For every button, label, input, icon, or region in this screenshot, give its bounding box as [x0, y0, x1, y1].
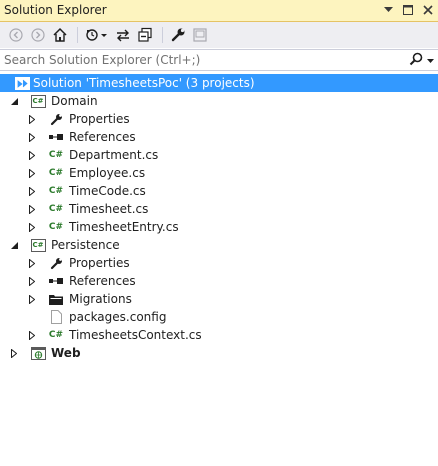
item-label: Properties: [69, 112, 130, 126]
preview-icon[interactable]: [190, 25, 210, 45]
restore-icon[interactable]: [400, 2, 416, 18]
home-icon[interactable]: [50, 25, 70, 45]
properties-icon[interactable]: [168, 25, 188, 45]
tree-item-file[interactable]: C# Timesheet.cs: [0, 200, 438, 218]
tree-item-file[interactable]: C# TimeCode.cs: [0, 182, 438, 200]
item-label: TimesheetEntry.cs: [69, 220, 179, 234]
tree-item-file[interactable]: C# Department.cs: [0, 146, 438, 164]
tree-item-file[interactable]: C# Employee.cs: [0, 164, 438, 182]
forward-icon[interactable]: [28, 25, 48, 45]
solution-node[interactable]: Solution 'TimesheetsPoc' (3 projects): [0, 74, 438, 92]
collapsed-arrow-icon[interactable]: [27, 258, 37, 268]
folder-icon: [48, 291, 64, 307]
collapsed-arrow-icon[interactable]: [27, 186, 37, 196]
item-label: References: [69, 130, 136, 144]
sync-icon[interactable]: [113, 25, 133, 45]
item-label: Department.cs: [69, 148, 159, 162]
solution-label: Solution 'TimesheetsPoc' (3 projects): [33, 76, 255, 90]
collapsed-arrow-icon[interactable]: [27, 114, 37, 124]
project-label: Domain: [51, 94, 98, 108]
item-label: Properties: [69, 256, 130, 270]
toolbar: [0, 22, 438, 48]
project-label: Persistence: [51, 238, 120, 252]
csharp-project-icon: C#: [30, 237, 46, 253]
csharp-file-icon: C#: [48, 150, 64, 160]
project-label: Web: [51, 346, 81, 360]
csharp-file-icon: C#: [48, 330, 64, 340]
toolbar-separator: [162, 27, 163, 43]
item-label: Employee.cs: [69, 166, 146, 180]
solution-tree: Solution 'TimesheetsPoc' (3 projects) C#…: [0, 74, 438, 362]
project-node-domain[interactable]: C# Domain: [0, 92, 438, 110]
project-node-persistence[interactable]: C# Persistence: [0, 236, 438, 254]
csharp-project-icon: C#: [30, 93, 46, 109]
search-icon[interactable]: [409, 52, 423, 69]
collapsed-arrow-icon[interactable]: [27, 204, 37, 214]
collapsed-arrow-icon[interactable]: [27, 222, 37, 232]
back-icon[interactable]: [6, 25, 26, 45]
collapse-all-icon[interactable]: [135, 25, 155, 45]
csharp-file-icon: C#: [48, 186, 64, 196]
tree-item-properties[interactable]: Properties: [0, 254, 438, 272]
collapsed-arrow-icon[interactable]: [9, 348, 19, 358]
item-label: TimesheetsContext.cs: [69, 328, 202, 342]
window-buttons: [380, 2, 436, 18]
item-label: Migrations: [69, 292, 132, 306]
project-node-web[interactable]: Web: [0, 344, 438, 362]
item-label: Timesheet.cs: [69, 202, 149, 216]
close-icon[interactable]: [420, 2, 436, 18]
tree-item-file[interactable]: C# TimesheetsContext.cs: [0, 326, 438, 344]
search-input[interactable]: [0, 50, 409, 70]
collapsed-arrow-icon[interactable]: [27, 330, 37, 340]
collapsed-arrow-icon[interactable]: [27, 132, 37, 142]
item-label: TimeCode.cs: [69, 184, 146, 198]
expanded-arrow-icon[interactable]: [9, 96, 19, 106]
csharp-file-icon: C#: [48, 168, 64, 178]
window-titlebar: Solution Explorer: [0, 0, 438, 22]
csharp-file-icon: C#: [48, 222, 64, 232]
search-options-dropdown-icon[interactable]: [427, 53, 434, 67]
toolbar-separator: [77, 27, 78, 43]
search-bar: [0, 49, 438, 71]
wrench-icon: [48, 111, 64, 127]
item-label: packages.config: [69, 310, 167, 324]
expanded-arrow-icon[interactable]: [9, 240, 19, 250]
tree-item-references[interactable]: References: [0, 128, 438, 146]
pending-changes-icon[interactable]: [83, 25, 111, 45]
document-icon: [48, 309, 64, 325]
tree-item-folder[interactable]: Migrations: [0, 290, 438, 308]
item-label: References: [69, 274, 136, 288]
references-icon: [48, 273, 64, 289]
tree-item-properties[interactable]: Properties: [0, 110, 438, 128]
tree-item-config[interactable]: packages.config: [0, 308, 438, 326]
solution-icon: [14, 75, 30, 91]
dropdown-icon[interactable]: [380, 2, 396, 18]
collapsed-arrow-icon[interactable]: [27, 150, 37, 160]
collapsed-arrow-icon[interactable]: [27, 294, 37, 304]
window-title: Solution Explorer: [4, 3, 107, 17]
collapsed-arrow-icon[interactable]: [27, 276, 37, 286]
collapsed-arrow-icon[interactable]: [27, 168, 37, 178]
web-project-icon: [30, 345, 46, 361]
tree-item-file[interactable]: C# TimesheetEntry.cs: [0, 218, 438, 236]
csharp-file-icon: C#: [48, 204, 64, 214]
tree-item-references[interactable]: References: [0, 272, 438, 290]
references-icon: [48, 129, 64, 145]
wrench-icon: [48, 255, 64, 271]
